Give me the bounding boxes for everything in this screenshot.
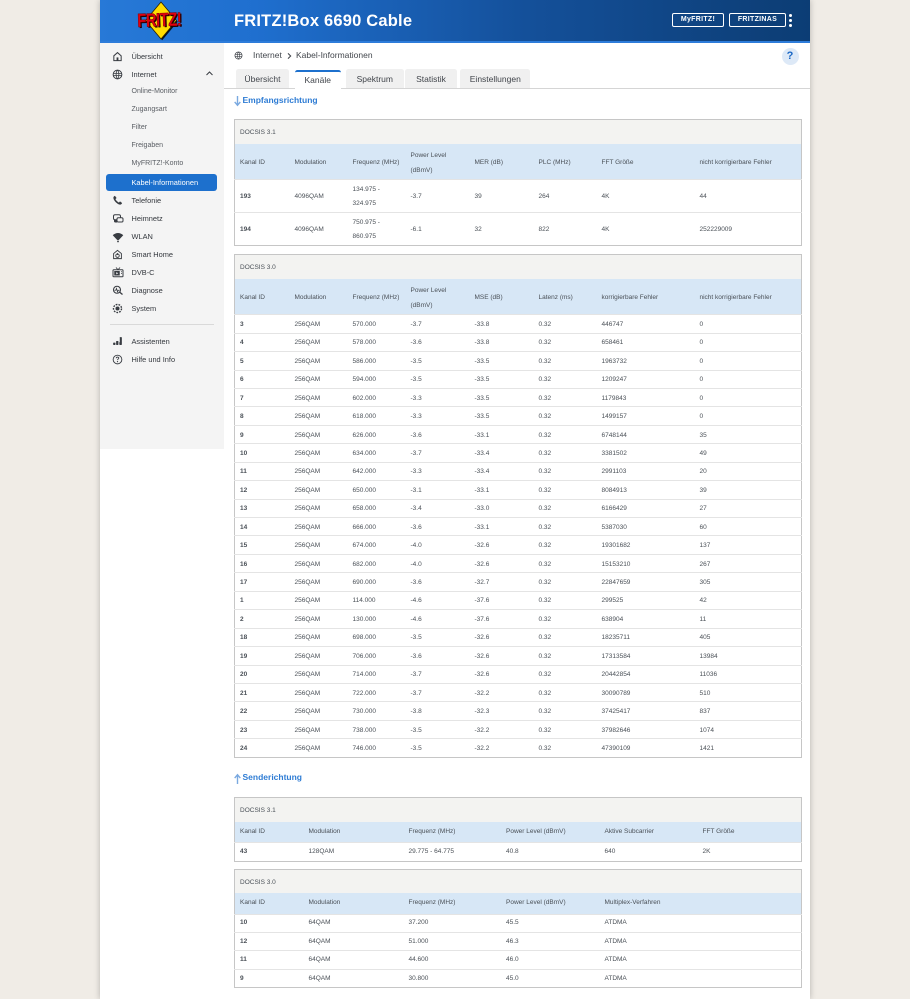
svg-text:FRITZ!: FRITZ! — [137, 9, 182, 32]
